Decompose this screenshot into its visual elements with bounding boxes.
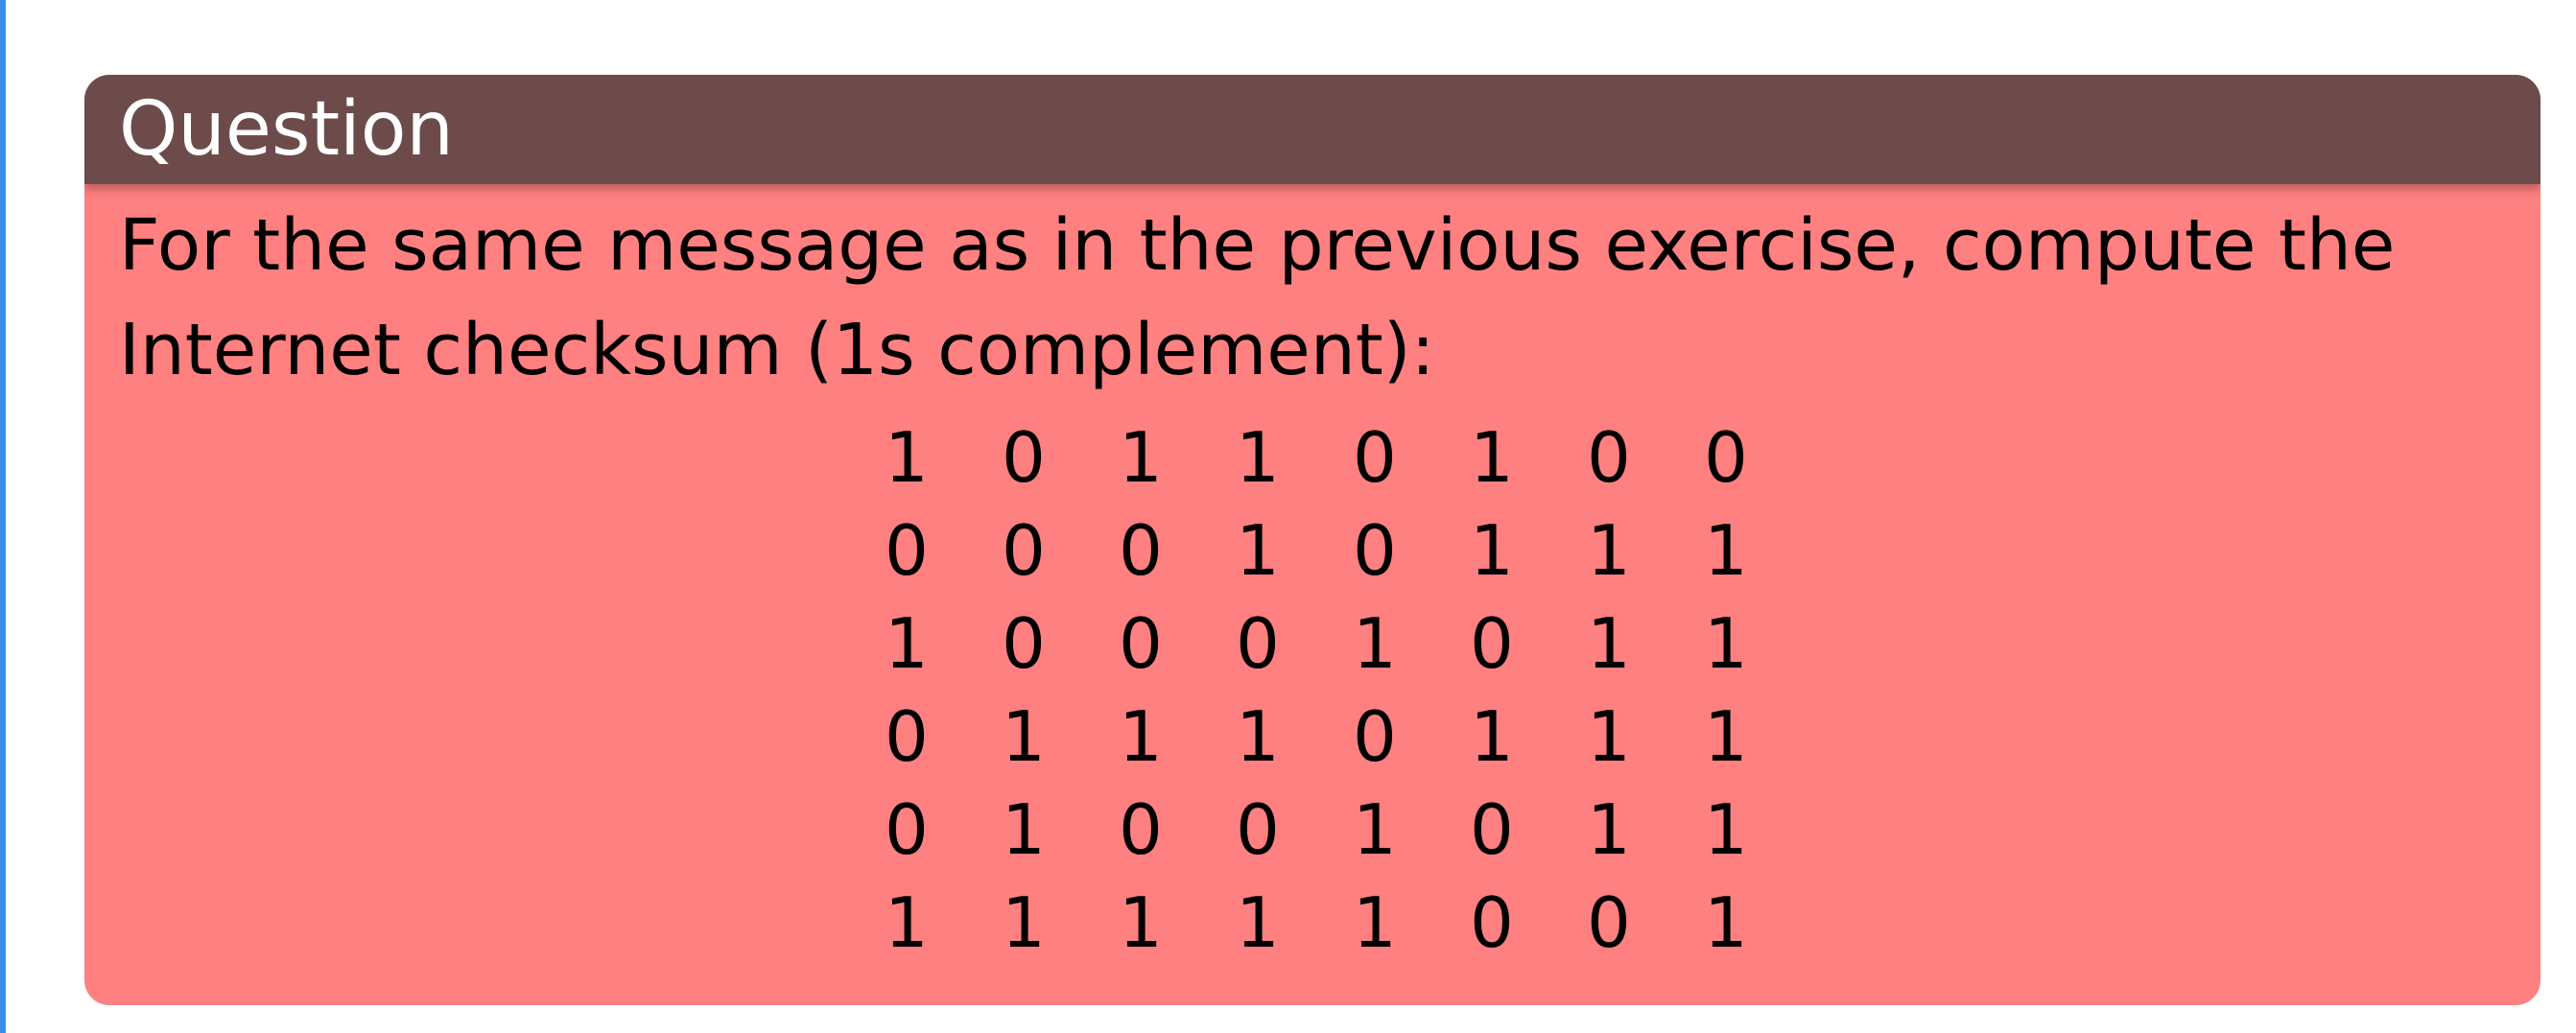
matrix-cell: 1 xyxy=(1236,509,1280,591)
matrix-cell: 1 xyxy=(1353,881,1397,963)
matrix-cell: 1 xyxy=(1704,695,1748,777)
question-text: For the same message as in the previous … xyxy=(119,204,2396,391)
matrix-cell: 1 xyxy=(885,416,929,498)
matrix-row: 11111001 xyxy=(885,876,1821,969)
matrix-cell: 0 xyxy=(1353,695,1397,777)
matrix-cell: 0 xyxy=(1470,881,1514,963)
matrix-cell: 0 xyxy=(1587,881,1631,963)
matrix-cell: 0 xyxy=(1236,602,1280,684)
matrix-cell: 0 xyxy=(885,695,929,777)
matrix-cell: 1 xyxy=(1236,695,1280,777)
matrix-cell: 1 xyxy=(1587,788,1631,870)
matrix-cell: 1 xyxy=(1470,416,1514,498)
matrix-cell: 1 xyxy=(1002,881,1046,963)
matrix-cell: 0 xyxy=(885,509,929,591)
left-accent-rule xyxy=(0,0,6,1033)
matrix-cell: 1 xyxy=(1236,881,1280,963)
matrix-cell: 1 xyxy=(1353,788,1397,870)
matrix-cell: 1 xyxy=(885,602,929,684)
matrix-cell: 0 xyxy=(1587,416,1631,498)
matrix-cell: 1 xyxy=(885,881,929,963)
matrix-cell: 0 xyxy=(1353,416,1397,498)
matrix-cell: 1 xyxy=(1704,788,1748,870)
matrix-cell: 1 xyxy=(1470,695,1514,777)
matrix-row: 01001011 xyxy=(885,783,1821,876)
matrix-cell: 1 xyxy=(1587,695,1631,777)
matrix-cell: 0 xyxy=(1119,509,1163,591)
matrix-cell: 0 xyxy=(1119,788,1163,870)
matrix-cell: 1 xyxy=(1587,509,1631,591)
matrix-cell: 1 xyxy=(1587,602,1631,684)
block-title: Question xyxy=(84,75,2541,184)
matrix-cell: 1 xyxy=(1119,416,1163,498)
matrix-cell: 1 xyxy=(1119,695,1163,777)
matrix-cell: 1 xyxy=(1704,602,1748,684)
matrix-cell: 1 xyxy=(1704,881,1748,963)
slide: Question For the same message as in the … xyxy=(0,0,2576,1033)
matrix-cell: 0 xyxy=(1704,416,1748,498)
matrix-cell: 0 xyxy=(1470,602,1514,684)
matrix-row: 10110100 xyxy=(885,411,1821,504)
matrix-cell: 1 xyxy=(1236,416,1280,498)
matrix-cell: 1 xyxy=(1704,509,1748,591)
matrix-cell: 0 xyxy=(1002,509,1046,591)
matrix-row: 01110111 xyxy=(885,690,1821,783)
block-body: For the same message as in the previous … xyxy=(84,184,2541,969)
question-block: Question For the same message as in the … xyxy=(84,75,2541,1005)
matrix-row: 00010111 xyxy=(885,504,1821,597)
matrix-row: 10001011 xyxy=(885,597,1821,690)
matrix-cell: 0 xyxy=(885,788,929,870)
matrix-cell: 0 xyxy=(1470,788,1514,870)
matrix-cell: 1 xyxy=(1470,509,1514,591)
matrix-cell: 0 xyxy=(1002,602,1046,684)
matrix-cell: 0 xyxy=(1119,602,1163,684)
matrix-cell: 1 xyxy=(1119,881,1163,963)
matrix-cell: 1 xyxy=(1002,788,1046,870)
matrix-cell: 1 xyxy=(1002,695,1046,777)
matrix-cell: 0 xyxy=(1236,788,1280,870)
matrix-cell: 0 xyxy=(1353,509,1397,591)
matrix-cell: 0 xyxy=(1002,416,1046,498)
matrix-cell: 1 xyxy=(1353,602,1397,684)
bit-matrix: 1011010000010111100010110111011101001011… xyxy=(885,411,1821,969)
